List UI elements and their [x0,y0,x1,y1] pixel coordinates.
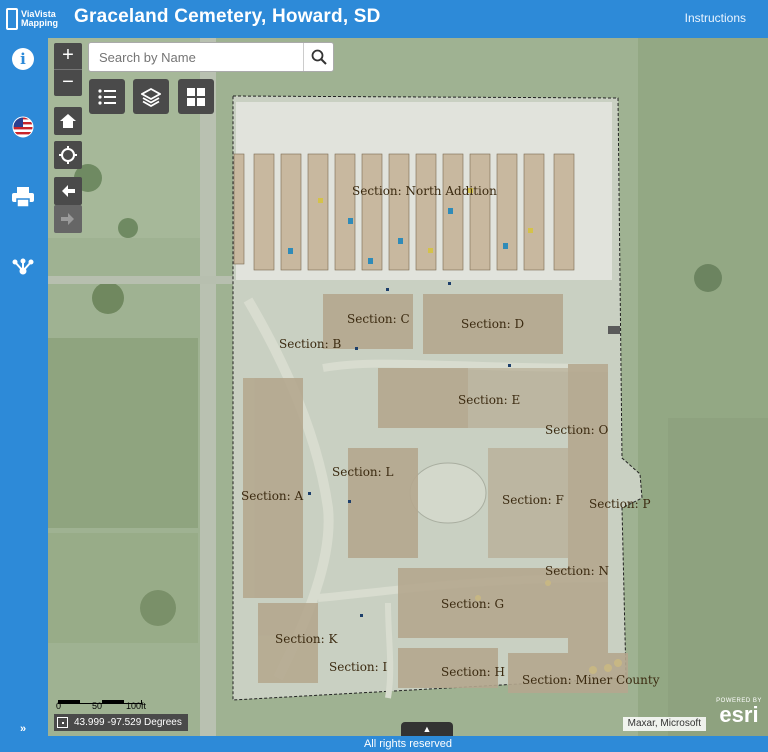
search-icon [311,49,327,65]
esri-brand: esri [719,702,759,727]
list-icon [98,88,116,105]
section-label-h[interactable]: Section: H [441,665,505,679]
share-icon [12,258,34,275]
map-attribution: Maxar, Microsoft [622,717,706,731]
grid-icon [187,87,205,106]
section-label-g[interactable]: Section: G [441,597,504,611]
us-flag-icon [12,116,34,138]
search-button[interactable] [303,43,333,71]
scale-segment [58,700,80,703]
app-header: ViaVista Mapping Graceland Cemetery, How… [0,0,768,38]
scale-label-0: 0 [56,701,62,711]
search-box [88,42,334,72]
basemap-gallery-button[interactable] [178,79,214,114]
print-button[interactable] [8,182,38,212]
logo-mark [6,8,18,30]
left-sidebar: i » [0,38,48,752]
zoom-in-button[interactable]: + [54,43,82,69]
section-label-north-addition[interactable]: Section: North Addition [352,184,497,198]
share-button[interactable] [8,252,38,282]
legend-button[interactable] [89,79,125,114]
arrow-right-icon [61,213,74,225]
scale-bar: 0 50 100ft [56,697,196,713]
instructions-link[interactable]: Instructions [685,11,746,25]
section-label-k[interactable]: Section: K [275,632,337,646]
home-button[interactable] [54,107,82,135]
coordinate-text: 43.999 -97.529 Degrees [74,717,182,728]
locate-button[interactable] [54,141,82,169]
flag-button[interactable] [8,112,38,142]
section-label-a[interactable]: Section: A [241,489,303,503]
collapse-panel-button[interactable]: ▲ [401,722,453,736]
section-label-p[interactable]: Section: P [589,497,651,511]
next-extent-button[interactable] [54,205,82,233]
esri-logo: POWERED BY esri [712,698,766,732]
arrow-left-icon [62,185,75,197]
coordinate-readout[interactable]: 43.999 -97.529 Degrees [54,714,188,731]
info-icon: i [12,48,34,70]
viavista-logo: ViaVista Mapping [6,5,62,33]
home-icon [60,114,76,128]
section-label-e[interactable]: Section: E [458,393,520,407]
section-label-i[interactable]: Section: I [329,660,387,674]
crosshair-icon [57,717,68,728]
section-label-f[interactable]: Section: F [502,493,564,507]
app-title: Graceland Cemetery, Howard, SD [74,6,381,27]
logo-line2: Mapping [21,18,58,28]
previous-extent-button[interactable] [54,177,82,205]
section-label-o[interactable]: Section: O [545,423,608,437]
printer-icon [12,187,34,208]
section-label-c[interactable]: Section: C [347,312,410,326]
chevron-up-icon: ▲ [422,724,432,734]
expand-sidebar-button[interactable]: » [8,714,38,744]
map-view[interactable]: Section: North Addition Section: B Secti… [48,38,768,736]
aerial-basemap [48,38,768,736]
locate-icon [59,146,77,164]
section-label-l[interactable]: Section: L [332,465,393,479]
scale-label-100ft: 100ft [126,701,147,711]
section-label-miner-county[interactable]: Section: Miner County [522,673,659,687]
scale-segment [102,700,124,703]
zoom-out-button[interactable]: − [54,70,82,96]
footer-copyright: All rights reserved [48,736,768,752]
section-label-b[interactable]: Section: B [279,337,341,351]
section-label-d[interactable]: Section: D [461,317,524,331]
layers-button[interactable] [133,79,169,114]
layers-icon [141,87,161,107]
info-button[interactable]: i [8,44,38,74]
search-input[interactable] [89,43,303,71]
zoom-control: + − [54,43,82,96]
scale-label-50: 50 [92,701,103,711]
section-label-n[interactable]: Section: N [545,564,609,578]
